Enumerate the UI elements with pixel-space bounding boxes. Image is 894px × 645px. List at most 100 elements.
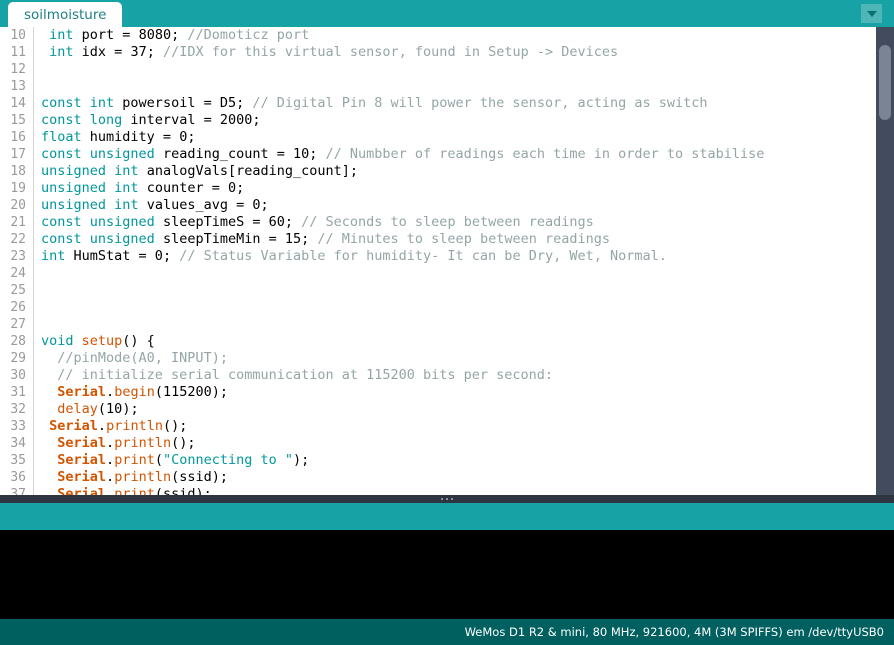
scrollbar-thumb[interactable] [879, 45, 891, 120]
line-number: 16 [0, 129, 34, 146]
code-text: unsigned int counter = 0; [41, 180, 245, 196]
line-number: 37 [0, 486, 34, 495]
code-text: const int powersoil = D5; // Digital Pin… [41, 95, 708, 111]
line-number: 36 [0, 469, 34, 486]
panel-splitter[interactable] [0, 495, 894, 503]
code-line: 13 [0, 78, 876, 95]
code-line: 32 delay(10); [0, 401, 876, 418]
line-number: 32 [0, 401, 34, 418]
code-line: 19 unsigned int counter = 0; [0, 180, 876, 197]
tab-bar: soilmoisture [0, 0, 894, 27]
code-text: int idx = 37; //IDX for this virtual sen… [49, 44, 619, 60]
line-number: 17 [0, 146, 34, 163]
chevron-down-icon [866, 10, 877, 17]
line-number: 30 [0, 367, 34, 384]
arduino-ide-window: soilmoisture 10 int port = 8080; //Domot… [0, 0, 894, 645]
code-text: Serial.println(); [49, 418, 188, 434]
code-line: 14 const int powersoil = D5; // Digital P… [0, 95, 876, 112]
console-output[interactable] [0, 530, 894, 619]
board-info-label: WeMos D1 R2 & mini, 80 MHz, 921600, 4M (… [464, 625, 884, 639]
code-line: 25 [0, 282, 876, 299]
line-number: 28 [0, 333, 34, 350]
line-number: 13 [0, 78, 34, 95]
status-bar: WeMos D1 R2 & mini, 80 MHz, 921600, 4M (… [0, 619, 894, 645]
code-text: Serial.println(ssid); [57, 469, 228, 485]
code-text: unsigned int values_avg = 0; [41, 197, 269, 213]
editor-vertical-scrollbar[interactable] [876, 27, 894, 495]
code-line: 31 Serial.begin(115200); [0, 384, 876, 401]
tab-menu-button[interactable] [861, 4, 882, 23]
code-line: 37 Serial.print(ssid); [0, 486, 876, 495]
line-number: 26 [0, 299, 34, 316]
line-number: 29 [0, 350, 34, 367]
line-number: 35 [0, 452, 34, 469]
code-text: Serial.println(); [57, 435, 196, 451]
console-header-bar [0, 503, 894, 530]
code-line: 29 //pinMode(A0, INPUT); [0, 350, 876, 367]
code-line: 28 void setup() { [0, 333, 876, 350]
code-line: 17 const unsigned reading_count = 10; // … [0, 146, 876, 163]
code-line: 10 int port = 8080; //Domoticz port [0, 27, 876, 44]
code-text: const unsigned reading_count = 10; // Nu… [41, 146, 765, 162]
code-line: 21 const unsigned sleepTimeS = 60; // Sec… [0, 214, 876, 231]
code-text: const unsigned sleepTimeS = 60; // Secon… [41, 214, 594, 230]
code-line: 26 [0, 299, 876, 316]
editor-area: 10 int port = 8080; //Domoticz port 11 in… [0, 27, 894, 495]
code-line: 24 [0, 265, 876, 282]
line-number: 34 [0, 435, 34, 452]
line-number: 31 [0, 384, 34, 401]
code-line: 16 float humidity = 0; [0, 129, 876, 146]
code-line: 34 Serial.println(); [0, 435, 876, 452]
line-number: 15 [0, 112, 34, 129]
code-line: 18 unsigned int analogVals[reading_count]… [0, 163, 876, 180]
code-line: 23 int HumStat = 0; // Status Variable fo… [0, 248, 876, 265]
code-text: unsigned int analogVals[reading_count]; [41, 163, 359, 179]
code-line: 30 // initialize serial communication at… [0, 367, 876, 384]
line-number: 27 [0, 316, 34, 333]
line-number: 21 [0, 214, 34, 231]
line-number: 18 [0, 163, 34, 180]
line-number: 19 [0, 180, 34, 197]
splitter-grip-icon [441, 498, 453, 500]
line-number: 10 [0, 27, 34, 44]
code-line: 27 [0, 316, 876, 333]
code-text: const long interval = 2000; [41, 112, 261, 128]
code-line: 15 const long interval = 2000; [0, 112, 876, 129]
line-number: 33 [0, 418, 34, 435]
code-text: void setup() { [41, 333, 155, 349]
code-line: 36 Serial.println(ssid); [0, 469, 876, 486]
code-line: 33 Serial.println(); [0, 418, 876, 435]
line-number: 24 [0, 265, 34, 282]
code-editor[interactable]: 10 int port = 8080; //Domoticz port 11 in… [0, 27, 876, 495]
tab-soilmoisture[interactable]: soilmoisture [8, 2, 123, 27]
line-number: 23 [0, 248, 34, 265]
code-text: // initialize serial communication at 11… [57, 367, 554, 383]
code-line: 12 [0, 61, 876, 78]
code-text: int HumStat = 0; // Status Variable for … [41, 248, 667, 264]
code-text: delay(10); [57, 401, 139, 417]
code-line: 11 int idx = 37; //IDX for this virtual … [0, 44, 876, 61]
tab-label: soilmoisture [24, 6, 107, 23]
code-text: Serial.print("Connecting to "); [57, 452, 310, 468]
code-text: const unsigned sleepTimeMin = 15; // Min… [41, 231, 610, 247]
line-number: 11 [0, 44, 34, 61]
code-line: 20 unsigned int values_avg = 0; [0, 197, 876, 214]
code-text: //pinMode(A0, INPUT); [57, 350, 228, 366]
code-text: Serial.begin(115200); [57, 384, 229, 400]
code-line: 22 const unsigned sleepTimeMin = 15; // M… [0, 231, 876, 248]
code-text: float humidity = 0; [41, 129, 196, 145]
code-text: Serial.print(ssid); [57, 486, 212, 495]
line-number: 12 [0, 61, 34, 78]
line-number: 14 [0, 95, 34, 112]
code-text: int port = 8080; //Domoticz port [49, 27, 310, 43]
code-line: 35 Serial.print("Connecting to "); [0, 452, 876, 469]
line-number: 22 [0, 231, 34, 248]
line-number: 25 [0, 282, 34, 299]
line-number: 20 [0, 197, 34, 214]
